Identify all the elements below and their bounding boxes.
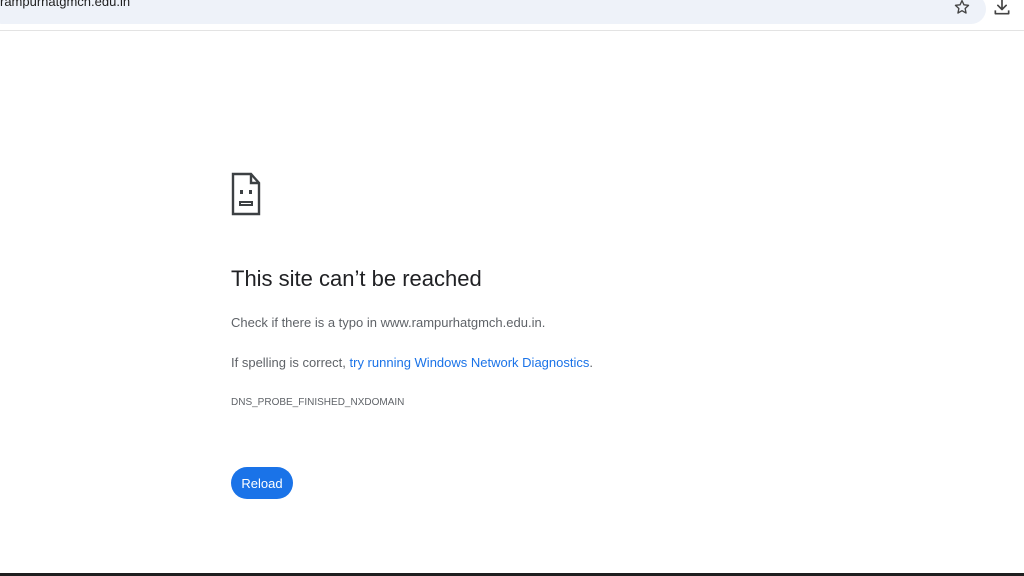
typo-message: Check if there is a typo in www.rampurha… [231,315,546,330]
error-code: DNS_PROBE_FINISHED_NXDOMAIN [231,397,405,408]
spelling-prefix: If spelling is correct, [231,355,350,370]
browser-toolbar: rampurhatgmch.edu.in [0,0,1024,31]
network-diagnostics-link[interactable]: try running Windows Network Diagnostics [350,355,590,370]
download-icon[interactable] [992,0,1012,17]
star-icon[interactable] [953,0,971,16]
address-bar-url[interactable]: rampurhatgmch.edu.in [0,0,130,10]
reload-button[interactable]: Reload [231,467,293,499]
spelling-message: If spelling is correct, try running Wind… [231,355,593,370]
spelling-suffix: . [589,355,593,370]
address-bar[interactable]: rampurhatgmch.edu.in [0,0,986,24]
error-title: This site can’t be reached [231,266,482,291]
sad-document-icon [231,172,261,216]
